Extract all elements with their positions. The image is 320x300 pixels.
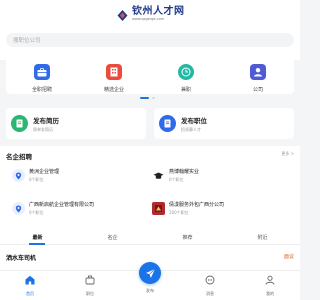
home-icon xyxy=(25,274,36,285)
person-icon xyxy=(250,64,266,80)
quick-action-label: 公司 xyxy=(252,87,263,93)
quick-action-label: 全职招聘 xyxy=(31,87,52,93)
company-logo-icon xyxy=(152,202,165,215)
site-logo[interactable]: 钦州人才网 www.qzgerge.com xyxy=(116,6,185,21)
quick-action-fulltime[interactable]: 全职招聘 xyxy=(12,60,72,93)
briefcase-icon xyxy=(34,64,50,80)
more-link[interactable]: 更多 > xyxy=(281,151,294,157)
quick-action-label: 精选企业 xyxy=(103,87,124,93)
location-icon xyxy=(12,202,25,215)
quick-action-featured[interactable]: 精选企业 xyxy=(84,60,144,93)
cta-subtitle: 招贤募人才 xyxy=(181,126,201,132)
job-icon xyxy=(85,274,96,285)
company-card[interactable]: 燕博翰耀实业 0个职位 xyxy=(152,168,199,183)
logo-mark-icon xyxy=(116,7,129,21)
nav-label: 消息 xyxy=(206,291,214,296)
indicator-dot-active xyxy=(140,97,149,99)
carousel-indicator xyxy=(140,97,155,99)
nav-label: 职位 xyxy=(86,291,94,296)
location-icon xyxy=(12,169,25,182)
quick-action-parttime[interactable]: 兼职 xyxy=(156,60,216,93)
nav-label: 首页 xyxy=(26,291,34,296)
graduation-cap-icon xyxy=(152,169,165,182)
company-name: 黄洲企业管理 xyxy=(29,169,60,175)
company-name: 倩漾服务外包广西分公司 xyxy=(169,202,225,208)
nav-messages[interactable]: 消息 xyxy=(190,274,230,297)
job-tabs: 最新 名企 推荐 附近 xyxy=(0,230,300,245)
search-input[interactable]: 搜职位公司 xyxy=(6,33,294,47)
quick-actions: 全职招聘 精选企业 兼职 公司 xyxy=(6,56,294,94)
tab-famous[interactable]: 名企 xyxy=(107,230,117,245)
user-icon xyxy=(265,274,276,285)
resume-icon xyxy=(11,115,28,132)
job-salary: 面议 xyxy=(283,254,294,260)
company-job-count: 0个职位 xyxy=(29,210,44,215)
company-job-count: 100个职位 xyxy=(169,210,189,215)
quick-action-label: 兼职 xyxy=(180,87,191,93)
send-icon xyxy=(145,264,156,283)
section-title: 名企招聘 xyxy=(6,153,32,161)
nav-home[interactable]: 首页 xyxy=(10,274,50,297)
nav-jobs[interactable]: 职位 xyxy=(70,274,110,297)
tab-recommended[interactable]: 推荐 xyxy=(182,230,192,245)
publish-resume-card[interactable]: 发布简历 简单发简历 xyxy=(6,108,146,139)
clock-icon xyxy=(178,64,194,80)
cta-title: 发布职位 xyxy=(181,116,207,125)
building-icon xyxy=(106,64,122,80)
tab-nearby[interactable]: 附近 xyxy=(257,230,267,245)
post-job-icon xyxy=(159,115,176,132)
brand-name: 钦州人才网 xyxy=(132,6,185,17)
company-name: 燕博翰耀实业 xyxy=(169,169,200,175)
indicator-dot xyxy=(152,97,155,99)
company-card[interactable]: 倩漾服务外包广西分公司 100个职位 xyxy=(152,201,224,216)
message-icon xyxy=(205,274,216,285)
cta-title: 发布简历 xyxy=(33,116,59,125)
company-card[interactable]: 黄洲企业管理 0个职位 xyxy=(12,168,59,183)
company-card[interactable]: 广西新启航企业管理有限公司 0个职位 xyxy=(12,201,94,216)
search-placeholder: 搜职位公司 xyxy=(13,38,41,44)
tab-latest[interactable]: 最新 xyxy=(32,230,42,245)
nav-profile[interactable]: 我的 xyxy=(250,274,290,297)
famous-companies-section: 名企招聘 更多 > 黄洲企业管理 0个职位 燕博翰耀实业 0个职位 广西新启航企… xyxy=(0,146,300,230)
publish-button[interactable] xyxy=(139,262,161,284)
publish-job-card[interactable]: 发布职位 招贤募人才 xyxy=(154,108,294,139)
company-job-count: 0个职位 xyxy=(169,177,184,182)
header: 钦州人才网 www.qzgerge.com 搜职位公司 xyxy=(0,0,300,60)
company-name: 广西新启航企业管理有限公司 xyxy=(29,202,95,208)
job-title: 洒水车司机 xyxy=(6,255,37,262)
company-job-count: 0个职位 xyxy=(29,177,44,182)
brand-url: www.qzgerge.com xyxy=(132,17,165,21)
quick-action-company[interactable]: 公司 xyxy=(228,60,288,93)
cta-subtitle: 简单发简历 xyxy=(33,126,53,132)
publish-label: 发布 xyxy=(146,288,154,293)
nav-label: 我的 xyxy=(266,291,274,296)
